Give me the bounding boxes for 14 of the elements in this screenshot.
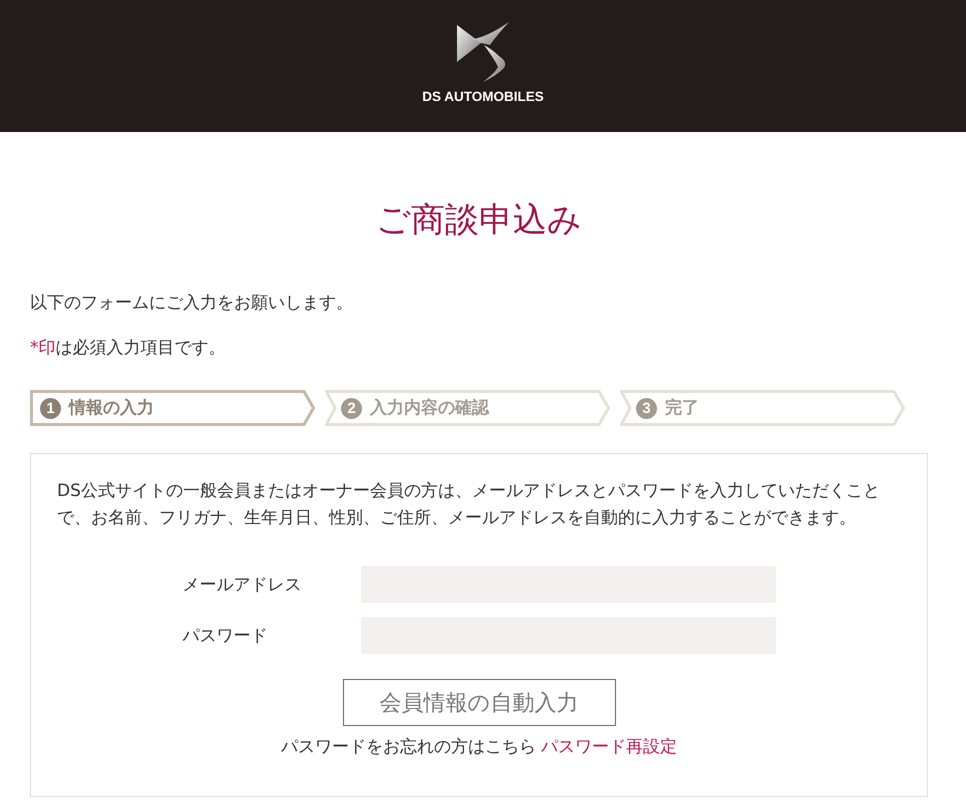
- intro-text: 以下のフォームにご入力をお願いします。: [30, 292, 353, 315]
- autofill-button[interactable]: 会員情報の自動入力: [342, 679, 616, 726]
- forgot-password-text: パスワードをお忘れの方はこちら パスワード再設定: [280, 736, 678, 759]
- logo-icon[interactable]: [455, 22, 511, 82]
- required-note: *印は必須入力項目です。: [30, 337, 226, 360]
- field-label: パスワード: [182, 624, 268, 648]
- step-label: 入力内容の確認: [370, 397, 489, 419]
- page-title: ご商談申込み: [376, 200, 582, 241]
- step-label: 完了: [665, 397, 699, 419]
- field-label: メールアドレス: [182, 574, 302, 596]
- password-reset-link[interactable]: パスワード再設定: [541, 737, 678, 757]
- step-label: 情報の入力: [69, 397, 154, 419]
- brand-name: DS AUTOMOBILES: [422, 89, 544, 105]
- member-description: DS公式サイトの一般会員またはオーナー会員の方は、メールアドレスとパスワードを入力していただくことで、お名前、フリガナ、生年月日、性別、ご住所、メールアドレスを自動的に入力することができます。: [57, 480, 881, 530]
